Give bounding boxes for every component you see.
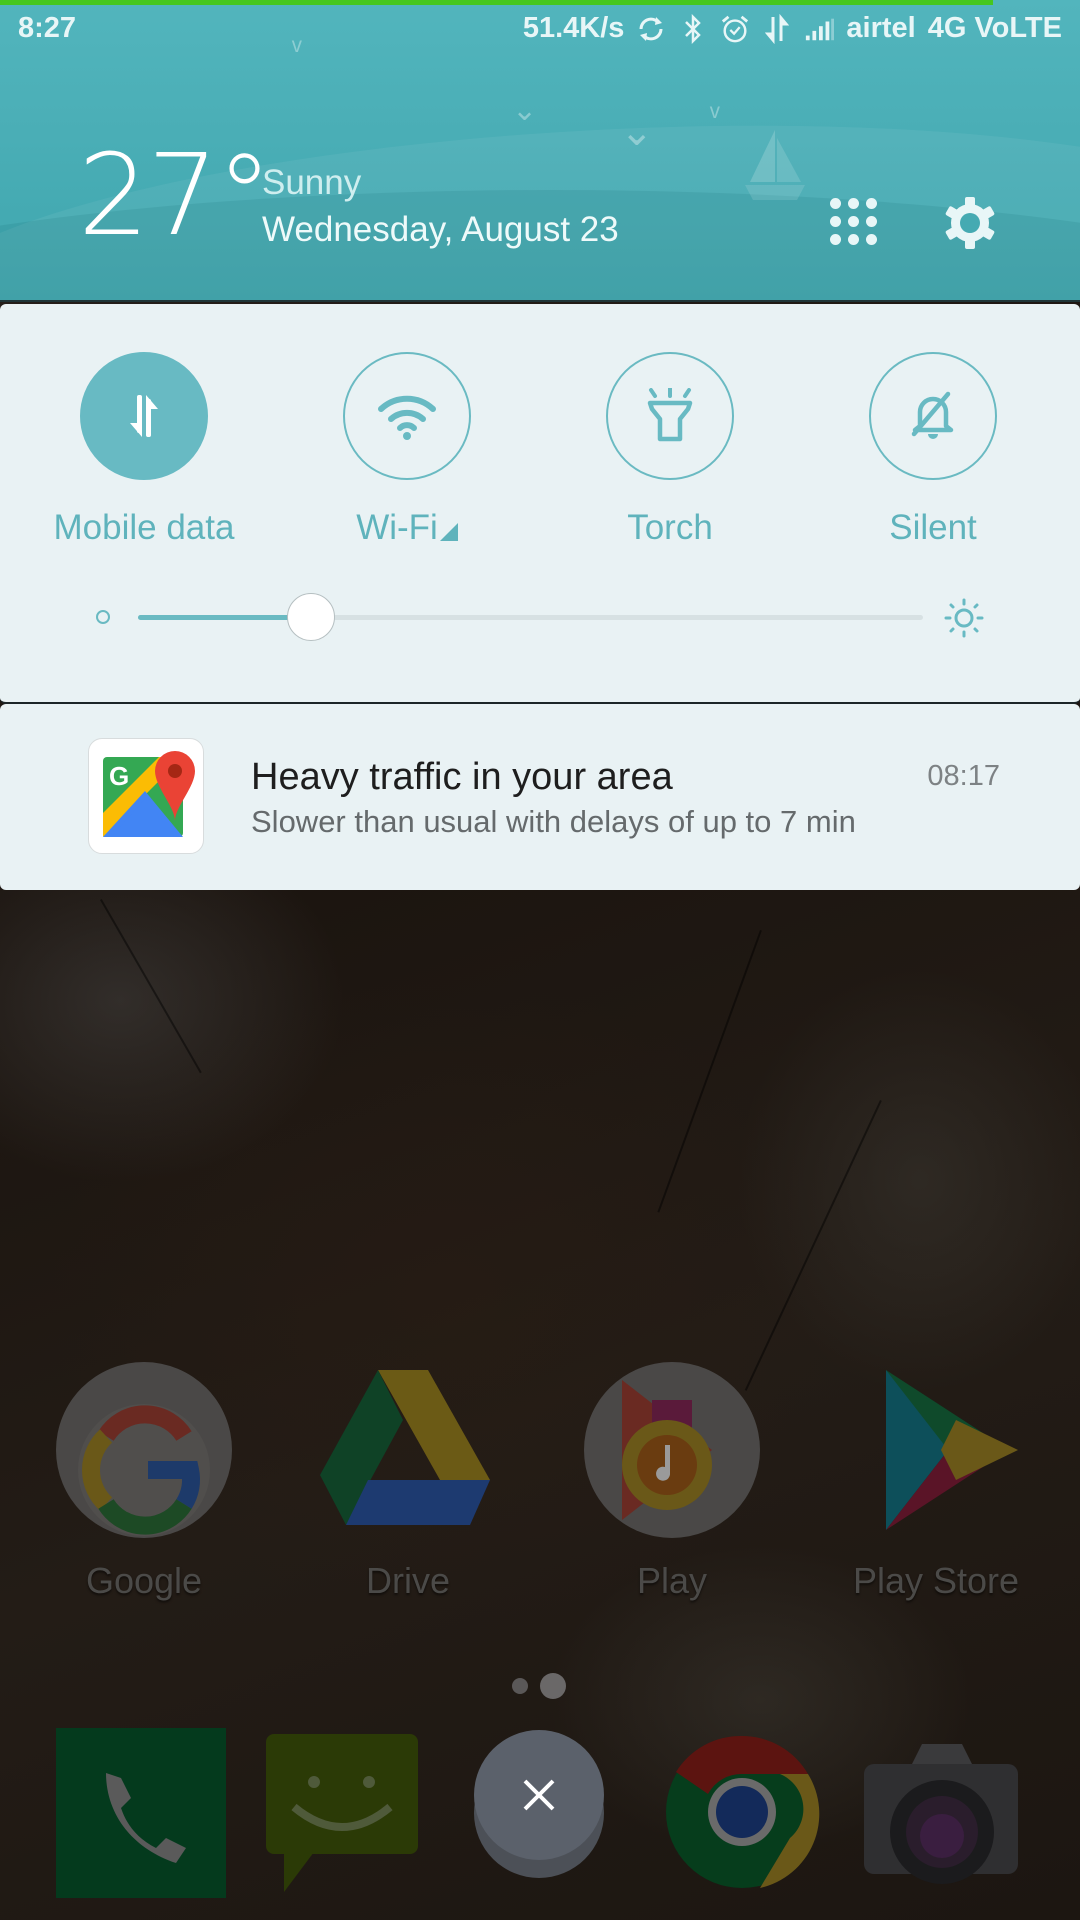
google-app-icon — [54, 1360, 234, 1540]
torch-icon — [647, 388, 693, 442]
app-label: Play — [636, 1560, 708, 1601]
toggle-silent[interactable]: Silent — [833, 352, 1033, 548]
app-play-store[interactable]: Play Store — [826, 1360, 1046, 1602]
app-label: Google — [85, 1560, 203, 1601]
play-app-icon — [582, 1360, 762, 1540]
network-type: 4G VoLTE — [927, 12, 1062, 44]
wallpaper-texture — [657, 930, 762, 1213]
toggle-wifi[interactable]: Wi-Fi — [307, 352, 507, 548]
google-maps-icon: G — [103, 751, 195, 837]
grid-icon — [830, 216, 841, 227]
grid-icon — [866, 234, 877, 245]
sync-icon — [636, 14, 666, 44]
notification-shade-header: ᵥ ⌄ ⌄ ᵥ 8:27 51.4K/s airtel 4G VoLTE 27°… — [0, 0, 1080, 302]
notification-body: Slower than usual with delays of up to 7… — [251, 804, 856, 839]
toggle-circle — [80, 352, 208, 480]
status-bar: 8:27 51.4K/s airtel 4G VoLTE — [0, 10, 1080, 52]
toggle-label: Mobile data — [53, 508, 235, 547]
mobile-data-icon — [130, 395, 158, 437]
brightness-low-icon — [96, 610, 110, 624]
toggle-torch[interactable]: Torch — [570, 352, 770, 548]
page-dot[interactable] — [512, 1678, 528, 1694]
grid-icon — [866, 198, 877, 209]
brightness-thumb[interactable] — [286, 593, 335, 641]
carrier-name: airtel — [846, 12, 916, 44]
app-drive[interactable]: Drive — [298, 1360, 518, 1602]
alarm-icon — [720, 14, 750, 44]
wifi-dropdown-indicator-icon[interactable] — [439, 523, 458, 541]
notification-title: Heavy traffic in your area — [251, 756, 673, 798]
toggle-circle — [343, 352, 471, 480]
play-store-app-icon — [846, 1360, 1026, 1540]
dock-messaging-icon[interactable] — [264, 1732, 420, 1892]
svg-text:G: G — [109, 761, 129, 791]
grid-icon — [866, 216, 877, 227]
bell-off-icon — [911, 391, 954, 439]
toggle-circle — [606, 352, 734, 480]
grid-icon — [848, 234, 859, 245]
brightness-fill — [138, 615, 311, 620]
dock-chrome-icon[interactable] — [664, 1734, 820, 1890]
current-date[interactable]: Wednesday, August 23 — [262, 210, 619, 250]
wallpaper-texture — [744, 1100, 882, 1391]
toggle-label: Wi-Fi — [307, 508, 507, 548]
network-speed: 51.4K/s — [522, 12, 625, 44]
drive-app-icon — [318, 1360, 498, 1540]
page-indicator — [512, 1673, 566, 1699]
close-shade-button[interactable] — [474, 1730, 604, 1880]
app-label: Drive — [365, 1560, 450, 1601]
toggle-mobile-data[interactable]: Mobile data — [44, 352, 244, 548]
app-play[interactable]: Play — [562, 1360, 782, 1602]
sailboat-decoration — [745, 130, 805, 200]
all-toggles-button[interactable] — [830, 198, 878, 246]
bird-decoration: ⌄ — [620, 110, 654, 154]
app-label: Play Store — [852, 1560, 1020, 1601]
toggle-circle — [869, 352, 997, 480]
wifi-icon — [378, 395, 436, 440]
grid-icon — [830, 234, 841, 245]
bird-decoration: ⌄ — [512, 94, 538, 127]
grid-icon — [830, 198, 841, 209]
page-dot-current[interactable] — [540, 1673, 566, 1699]
bird-decoration: ᵥ — [710, 90, 720, 123]
quick-settings-panel: Mobile data Wi-Fi Torch Silent — [0, 304, 1080, 704]
grid-icon — [848, 198, 859, 209]
brightness-high-icon — [944, 598, 984, 638]
dock-phone-icon[interactable] — [56, 1728, 226, 1898]
weather-condition[interactable]: Sunny — [262, 163, 361, 203]
maps-app-icon: G — [88, 738, 204, 854]
toggle-label-text: Wi-Fi — [356, 508, 438, 547]
close-icon — [523, 1779, 555, 1811]
download-progress-line — [0, 0, 993, 5]
temperature[interactable]: 27° — [78, 140, 273, 252]
gear-icon[interactable] — [942, 195, 998, 251]
dock-camera-icon[interactable] — [862, 1744, 1020, 1884]
signal-icon — [804, 14, 835, 44]
wallpaper-texture — [100, 899, 202, 1074]
status-time: 8:27 — [18, 12, 77, 44]
bluetooth-icon — [678, 13, 708, 44]
app-google[interactable]: Google — [34, 1360, 254, 1602]
brightness-slider[interactable] — [138, 593, 923, 641]
button-face — [474, 1730, 604, 1860]
toggle-label: Silent — [889, 508, 977, 547]
brightness-control — [0, 593, 1080, 644]
notification-card[interactable]: G Heavy traffic in your area Slower than… — [0, 704, 1080, 890]
grid-icon — [848, 216, 859, 227]
notification-time: 08:17 — [927, 760, 1000, 792]
toggle-label: Torch — [627, 508, 713, 547]
data-transfer-icon — [762, 13, 792, 44]
